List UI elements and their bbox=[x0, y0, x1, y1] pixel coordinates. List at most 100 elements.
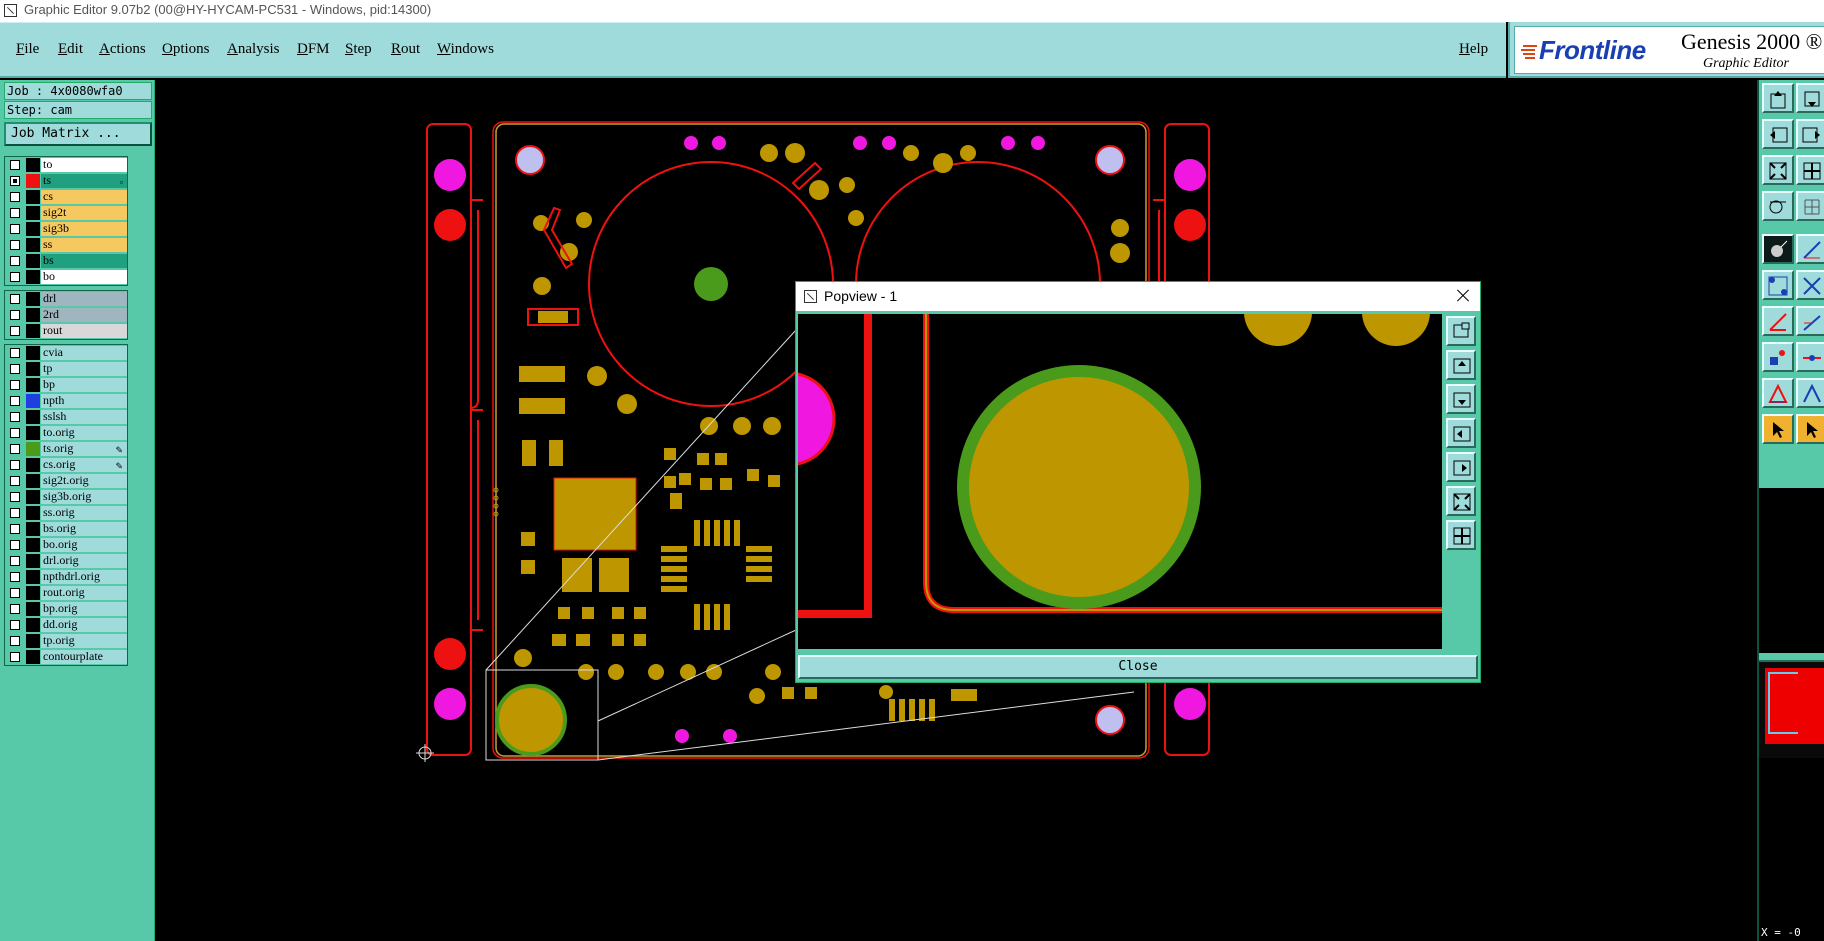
layer-checkbox[interactable] bbox=[10, 476, 20, 486]
job-matrix-button[interactable]: Job Matrix ... bbox=[4, 122, 152, 146]
menu-actions[interactable]: Actions bbox=[99, 41, 146, 58]
layer-color-swatch[interactable] bbox=[26, 554, 40, 568]
layer-row-tp-orig[interactable]: tp.orig bbox=[5, 633, 127, 649]
layer-checkbox[interactable] bbox=[10, 380, 20, 390]
layer-name[interactable]: contourplate bbox=[41, 650, 127, 664]
toolbar-snap-right-button[interactable] bbox=[1796, 119, 1824, 149]
popview-pan-left-button[interactable] bbox=[1446, 418, 1476, 448]
layer-name[interactable]: bp bbox=[41, 378, 127, 392]
layer-name[interactable]: 2rd bbox=[41, 308, 127, 322]
layer-color-swatch[interactable] bbox=[26, 158, 40, 172]
layer-row-ss-orig[interactable]: ss.orig bbox=[5, 505, 127, 521]
layer-color-swatch[interactable] bbox=[26, 522, 40, 536]
menu-windows[interactable]: Windows bbox=[437, 41, 494, 58]
layer-checkbox[interactable] bbox=[10, 588, 20, 598]
toolbar-triangle-button[interactable] bbox=[1762, 378, 1794, 408]
popview-close-button[interactable]: Close bbox=[798, 655, 1478, 679]
layer-row-rout[interactable]: rout bbox=[5, 323, 127, 339]
layer-checkbox[interactable] bbox=[10, 620, 20, 630]
layer-checkbox[interactable] bbox=[10, 240, 20, 250]
layer-color-swatch[interactable] bbox=[26, 634, 40, 648]
toolbar-fit-button[interactable] bbox=[1762, 155, 1794, 185]
layer-row-ts-orig[interactable]: ts.orig ✎ bbox=[5, 441, 127, 457]
layer-row-sig3b[interactable]: sig3b bbox=[5, 221, 127, 237]
popview-zoom-home-button[interactable] bbox=[1446, 316, 1476, 346]
layer-name[interactable]: tp.orig bbox=[41, 634, 127, 648]
layer-row-cvia[interactable]: cvia bbox=[5, 345, 127, 361]
layer-checkbox[interactable] bbox=[10, 524, 20, 534]
layer-checkbox[interactable] bbox=[10, 294, 20, 304]
close-icon[interactable] bbox=[1452, 285, 1474, 307]
layer-name[interactable]: bo.orig bbox=[41, 538, 127, 552]
layer-checkbox[interactable] bbox=[10, 208, 20, 218]
layer-row-bp[interactable]: bp bbox=[5, 377, 127, 393]
layer-checkbox[interactable] bbox=[10, 160, 20, 170]
menu-dfm[interactable]: DFM bbox=[297, 41, 330, 58]
layer-name[interactable]: tp bbox=[41, 362, 127, 376]
layer-row-bo[interactable]: bo bbox=[5, 269, 127, 285]
layer-name[interactable]: bo bbox=[41, 270, 127, 284]
layer-checkbox[interactable] bbox=[10, 572, 20, 582]
layer-row-contourplate[interactable]: contourplate bbox=[5, 649, 127, 665]
layer-color-swatch[interactable] bbox=[26, 254, 40, 268]
toolbar-measure-button[interactable] bbox=[1762, 191, 1794, 221]
layer-row-dd-orig[interactable]: dd.orig bbox=[5, 617, 127, 633]
layer-name[interactable]: cvia bbox=[41, 346, 127, 360]
layer-name[interactable]: sig2t bbox=[41, 206, 127, 220]
layer-name[interactable]: sig3b.orig bbox=[41, 490, 127, 504]
toolbar-select-arrow-button[interactable] bbox=[1762, 414, 1794, 444]
layer-name[interactable]: ts.orig ✎ bbox=[41, 442, 127, 456]
layer-name[interactable]: drl bbox=[41, 292, 127, 306]
layer-color-swatch[interactable] bbox=[26, 292, 40, 306]
layer-row-2rd[interactable]: 2rd bbox=[5, 307, 127, 323]
layer-color-swatch[interactable] bbox=[26, 506, 40, 520]
layer-checkbox[interactable] bbox=[10, 540, 20, 550]
layer-checkbox[interactable] bbox=[10, 460, 20, 470]
layer-color-swatch[interactable] bbox=[26, 618, 40, 632]
layer-color-swatch[interactable] bbox=[26, 378, 40, 392]
layer-name[interactable]: bp.orig bbox=[41, 602, 127, 616]
layer-checkbox[interactable] bbox=[10, 396, 20, 406]
layer-row-cs-orig[interactable]: cs.orig ✎ bbox=[5, 457, 127, 473]
layer-color-swatch[interactable] bbox=[26, 190, 40, 204]
toolbar-line-button[interactable] bbox=[1796, 234, 1824, 264]
layer-checkbox[interactable] bbox=[10, 492, 20, 502]
toolbar-peak-button[interactable] bbox=[1796, 378, 1824, 408]
layer-name[interactable]: ss.orig bbox=[41, 506, 127, 520]
layer-checkbox[interactable] bbox=[10, 652, 20, 662]
layer-color-swatch[interactable] bbox=[26, 394, 40, 408]
layer-row-sig2t[interactable]: sig2t bbox=[5, 205, 127, 221]
layer-name[interactable]: to.orig bbox=[41, 426, 127, 440]
popview-pan-down-button[interactable] bbox=[1446, 384, 1476, 414]
menu-step[interactable]: Step bbox=[345, 41, 372, 58]
menu-rout[interactable]: Rout bbox=[391, 41, 420, 58]
layer-color-swatch[interactable] bbox=[26, 650, 40, 664]
layer-checkbox[interactable] bbox=[10, 508, 20, 518]
layer-color-swatch[interactable] bbox=[26, 602, 40, 616]
layer-row-cs[interactable]: cs bbox=[5, 189, 127, 205]
toolbar-angle-button[interactable] bbox=[1762, 306, 1794, 336]
overview-minimap[interactable] bbox=[1759, 660, 1824, 758]
layer-row-bp-orig[interactable]: bp.orig bbox=[5, 601, 127, 617]
menu-file[interactable]: File bbox=[16, 41, 39, 58]
layer-checkbox[interactable] bbox=[10, 364, 20, 374]
toolbar-grid-button[interactable] bbox=[1796, 191, 1824, 221]
layer-row-sig3b-orig[interactable]: sig3b.orig bbox=[5, 489, 127, 505]
menu-edit[interactable]: Edit bbox=[58, 41, 83, 58]
layer-row-ss[interactable]: ss bbox=[5, 237, 127, 253]
layer-color-swatch[interactable] bbox=[26, 270, 40, 284]
layer-checkbox[interactable] bbox=[10, 556, 20, 566]
layer-row-npthdrl-orig[interactable]: npthdrl.orig bbox=[5, 569, 127, 585]
layer-checkbox[interactable] bbox=[10, 444, 20, 454]
toolbar-cross-button[interactable] bbox=[1796, 270, 1824, 300]
popview-zoom-out-button[interactable] bbox=[1446, 486, 1476, 516]
popview-canvas[interactable] bbox=[798, 314, 1442, 649]
layer-name[interactable]: to bbox=[41, 158, 127, 172]
layer-color-swatch[interactable] bbox=[26, 426, 40, 440]
layer-color-swatch[interactable] bbox=[26, 490, 40, 504]
layer-name[interactable]: rout.orig bbox=[41, 586, 127, 600]
layer-row-drl-orig[interactable]: drl.orig bbox=[5, 553, 127, 569]
layer-row-drl[interactable]: drl bbox=[5, 291, 127, 307]
layer-row-sslsh[interactable]: sslsh bbox=[5, 409, 127, 425]
toolbar-select-pad-button[interactable] bbox=[1762, 234, 1794, 264]
